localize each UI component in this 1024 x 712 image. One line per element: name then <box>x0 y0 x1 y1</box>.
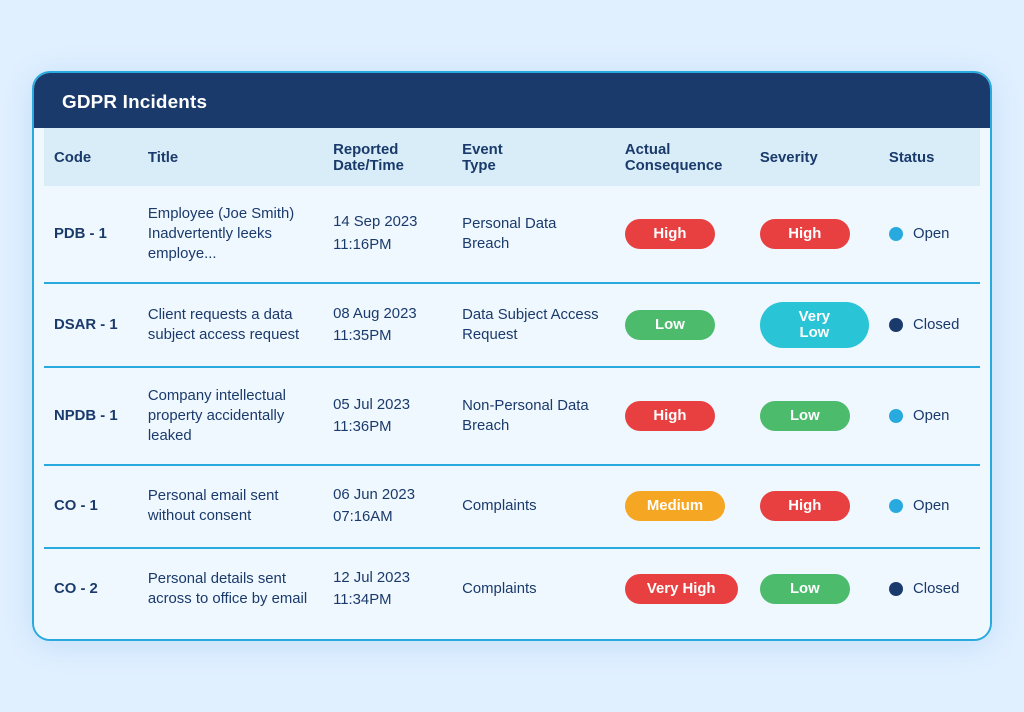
cell-title: Personal details sent across to office b… <box>138 548 323 630</box>
status-dot <box>889 227 903 241</box>
cell-title: Personal email sent without consent <box>138 465 323 548</box>
cell-datetime: 05 Jul 202311:36PM <box>323 367 452 465</box>
cell-consequence: Low <box>615 283 750 367</box>
cell-code: NPDB - 1 <box>44 367 138 465</box>
severity-badge: Low <box>760 574 850 604</box>
severity-badge: High <box>760 491 850 521</box>
consequence-badge: Medium <box>625 491 725 521</box>
cell-title: Company intellectual property accidental… <box>138 367 323 465</box>
cell-datetime: 12 Jul 202311:34PM <box>323 548 452 630</box>
cell-event-type: Complaints <box>452 465 615 548</box>
cell-consequence: Medium <box>615 465 750 548</box>
cell-status: Open <box>879 367 980 465</box>
table-wrap: Code Title ReportedDate/Time EventType A… <box>34 128 990 640</box>
severity-badge: Low <box>760 401 850 431</box>
col-event-type: EventType <box>452 128 615 186</box>
card-header: GDPR Incidents <box>34 73 990 128</box>
cell-status: Open <box>879 465 980 548</box>
status-label: Open <box>913 408 949 424</box>
status-dot <box>889 318 903 332</box>
card-title: GDPR Incidents <box>62 91 207 112</box>
gdpr-incidents-card: GDPR Incidents Code Title ReportedDate/T… <box>32 71 992 642</box>
severity-badge: Very Low <box>760 302 869 348</box>
col-datetime: ReportedDate/Time <box>323 128 452 186</box>
status-label: Closed <box>913 317 959 333</box>
cell-code: CO - 1 <box>44 465 138 548</box>
table-header-row: Code Title ReportedDate/Time EventType A… <box>44 128 980 186</box>
col-code: Code <box>44 128 138 186</box>
table-row[interactable]: PDB - 1 Employee (Joe Smith) Inadvertent… <box>44 186 980 283</box>
table-row[interactable]: CO - 2 Personal details sent across to o… <box>44 548 980 630</box>
cell-consequence: High <box>615 186 750 283</box>
cell-status: Closed <box>879 283 980 367</box>
cell-consequence: High <box>615 367 750 465</box>
status-dot <box>889 409 903 423</box>
status-label: Closed <box>913 581 959 597</box>
status-dot <box>889 582 903 596</box>
status-label: Open <box>913 498 949 514</box>
cell-code: PDB - 1 <box>44 186 138 283</box>
consequence-badge: Very High <box>625 574 738 604</box>
cell-status: Closed <box>879 548 980 630</box>
cell-severity: Low <box>750 548 879 630</box>
cell-event-type: Data Subject Access Request <box>452 283 615 367</box>
cell-title: Employee (Joe Smith) Inadvertently leeks… <box>138 186 323 283</box>
consequence-badge: High <box>625 219 715 249</box>
cell-severity: High <box>750 465 879 548</box>
col-title: Title <box>138 128 323 186</box>
col-status: Status <box>879 128 980 186</box>
cell-consequence: Very High <box>615 548 750 630</box>
cell-event-type: Non-Personal Data Breach <box>452 367 615 465</box>
cell-datetime: 06 Jun 202307:16AM <box>323 465 452 548</box>
cell-severity: High <box>750 186 879 283</box>
cell-title: Client requests a data subject access re… <box>138 283 323 367</box>
incidents-table: Code Title ReportedDate/Time EventType A… <box>44 128 980 630</box>
cell-code: DSAR - 1 <box>44 283 138 367</box>
col-severity: Severity <box>750 128 879 186</box>
cell-severity: Low <box>750 367 879 465</box>
col-consequence: ActualConsequence <box>615 128 750 186</box>
cell-datetime: 14 Sep 202311:16PM <box>323 186 452 283</box>
status-label: Open <box>913 226 949 242</box>
cell-status: Open <box>879 186 980 283</box>
status-dot <box>889 499 903 513</box>
cell-datetime: 08 Aug 202311:35PM <box>323 283 452 367</box>
table-row[interactable]: DSAR - 1 Client requests a data subject … <box>44 283 980 367</box>
cell-event-type: Complaints <box>452 548 615 630</box>
table-row[interactable]: CO - 1 Personal email sent without conse… <box>44 465 980 548</box>
table-row[interactable]: NPDB - 1 Company intellectual property a… <box>44 367 980 465</box>
cell-code: CO - 2 <box>44 548 138 630</box>
consequence-badge: Low <box>625 310 715 340</box>
cell-event-type: Personal Data Breach <box>452 186 615 283</box>
severity-badge: High <box>760 219 850 249</box>
consequence-badge: High <box>625 401 715 431</box>
cell-severity: Very Low <box>750 283 879 367</box>
